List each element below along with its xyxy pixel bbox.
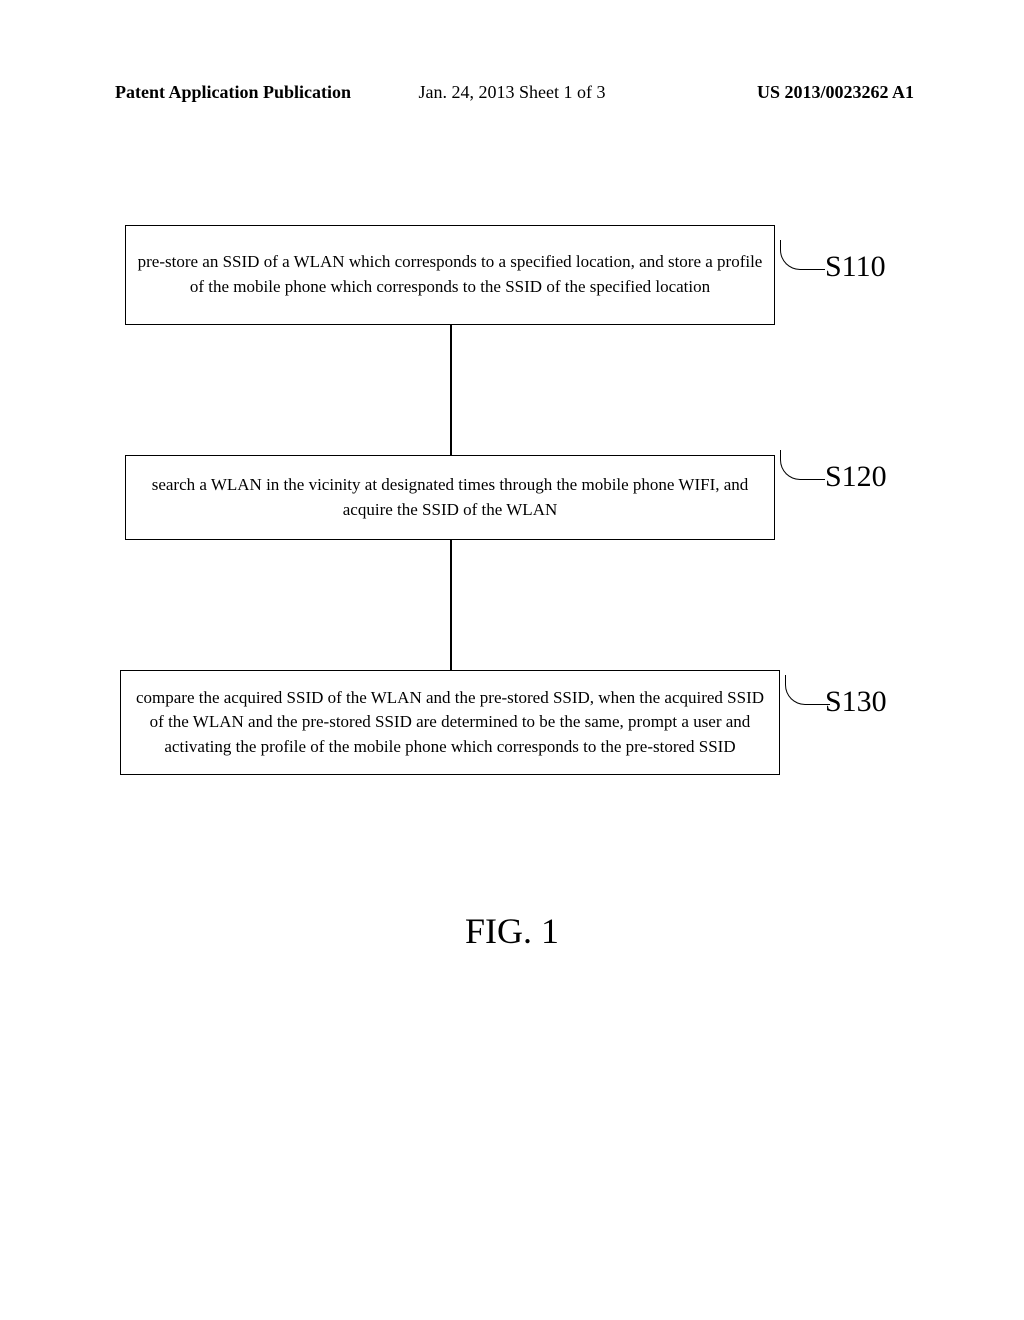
step-label-s120: S120 <box>825 460 887 494</box>
step-label-s110: S110 <box>825 250 886 284</box>
flowchart-step-1: pre-store an SSID of a WLAN which corres… <box>125 225 775 325</box>
page-header: Patent Application Publication Jan. 24, … <box>0 82 1024 103</box>
label-connector-2 <box>780 450 825 480</box>
flowchart-step-2: search a WLAN in the vicinity at designa… <box>125 455 775 540</box>
header-date-sheet: Jan. 24, 2013 Sheet 1 of 3 <box>419 82 606 103</box>
connector-1-2 <box>450 325 452 455</box>
label-connector-1 <box>780 240 825 270</box>
header-patent-number: US 2013/0023262 A1 <box>757 82 914 103</box>
label-connector-3 <box>785 675 830 705</box>
flowchart-step-3: compare the acquired SSID of the WLAN an… <box>120 670 780 775</box>
flowchart-step-1-text: pre-store an SSID of a WLAN which corres… <box>136 250 764 299</box>
header-publication-label: Patent Application Publication <box>115 82 351 103</box>
step-label-s130: S130 <box>825 685 887 719</box>
figure-caption: FIG. 1 <box>0 910 1024 952</box>
connector-2-3 <box>450 540 452 670</box>
flowchart-diagram: pre-store an SSID of a WLAN which corres… <box>125 225 900 775</box>
flowchart-step-3-text: compare the acquired SSID of the WLAN an… <box>131 686 769 760</box>
flowchart-step-2-text: search a WLAN in the vicinity at designa… <box>136 473 764 522</box>
